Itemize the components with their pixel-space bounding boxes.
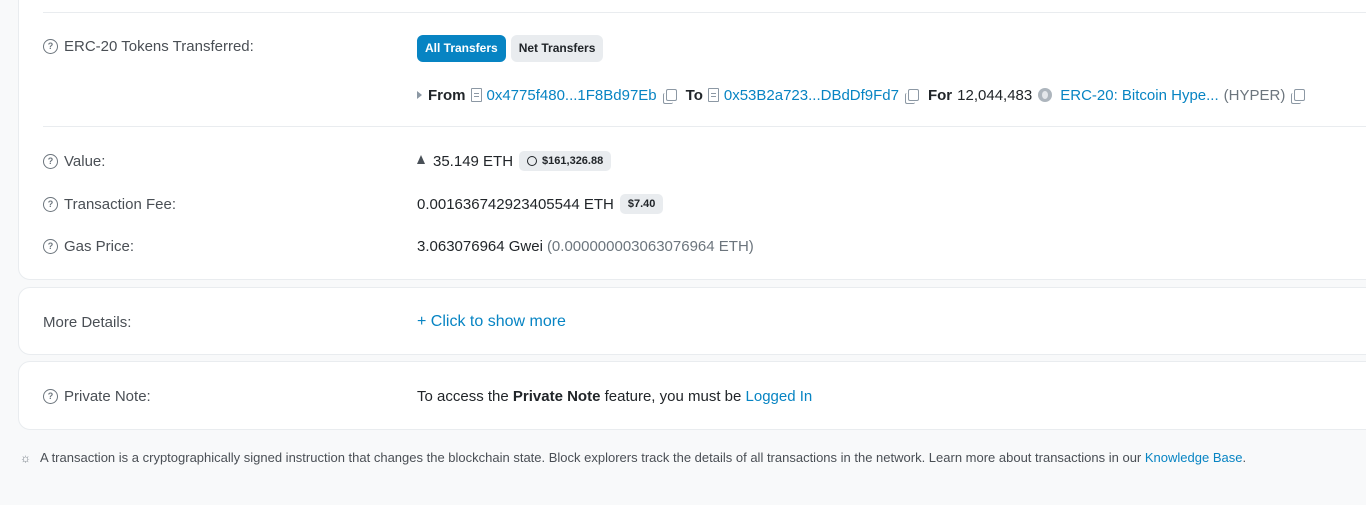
show-more-group: + Click to show more bbox=[417, 313, 566, 331]
erc20-row: ? ERC-20 Tokens Transferred: bbox=[43, 34, 1366, 58]
question-icon[interactable]: ? bbox=[43, 388, 58, 404]
divider bbox=[43, 12, 1366, 13]
usd-value-badge[interactable]: $161,326.88 bbox=[519, 151, 612, 171]
fee-row: ? Transaction Fee: 0.001636742923405544 … bbox=[43, 193, 1366, 215]
from-address-link[interactable]: 0x4775f480...1F8Bd97Eb bbox=[487, 87, 657, 104]
more-details-row: More Details: + Click to show more bbox=[43, 311, 1366, 333]
question-icon[interactable]: ? bbox=[43, 153, 58, 169]
question-icon[interactable]: ? bbox=[43, 196, 58, 212]
transaction-info-footer: ☼ A transaction is a cryptographically s… bbox=[20, 450, 1247, 465]
question-icon[interactable]: ? bbox=[43, 238, 58, 254]
erc20-label: ? ERC-20 Tokens Transferred: bbox=[43, 38, 254, 55]
tab-all-transfers[interactable]: All Transfers bbox=[417, 35, 506, 62]
lightbulb-icon: ☼ bbox=[20, 450, 31, 465]
contract-file-icon bbox=[470, 88, 482, 102]
value-amount: 35.149 ETH bbox=[433, 152, 514, 170]
token-transfer-line: From 0x4775f480...1F8Bd97Eb To 0x53B2a72… bbox=[417, 85, 1314, 105]
gas-price-gwei: 3.063076964 Gwei bbox=[417, 237, 543, 255]
value-amount-group: 35.149 ETH $161,326.88 bbox=[417, 151, 612, 171]
gas-price-row: ? Gas Price: 3.063076964 Gwei (0.0000000… bbox=[43, 235, 1366, 257]
private-note-text: To access the Private Note feature, you … bbox=[417, 387, 813, 405]
clock-icon bbox=[527, 156, 538, 166]
gas-price-label: ? Gas Price: bbox=[43, 238, 134, 255]
transfer-tabs: All Transfers Net Transfers bbox=[417, 35, 604, 62]
fee-usd-badge: $7.40 bbox=[619, 194, 664, 214]
divider bbox=[43, 126, 1366, 127]
token-name-link[interactable]: ERC-20: Bitcoin Hype... bbox=[1060, 87, 1218, 104]
fee-label: ? Transaction Fee: bbox=[43, 196, 176, 213]
private-note-row: ? Private Note: To access the Private No… bbox=[43, 385, 1366, 407]
private-note-label: ? Private Note: bbox=[43, 388, 151, 405]
question-icon[interactable]: ? bbox=[43, 38, 58, 54]
value-row: ? Value: 35.149 ETH $161,326.88 bbox=[43, 150, 1366, 172]
gas-price-value: 3.063076964 Gwei (0.000000003063076964 E… bbox=[417, 238, 754, 255]
copy-icon[interactable] bbox=[1291, 89, 1306, 104]
tab-net-transfers[interactable]: Net Transfers bbox=[510, 35, 604, 62]
gas-price-eth: (0.000000003063076964 ETH) bbox=[546, 237, 754, 255]
login-link[interactable]: Logged In bbox=[746, 388, 813, 405]
to-address-link[interactable]: 0x53B2a723...DBdDf9Fd7 bbox=[724, 87, 899, 104]
value-label: ? Value: bbox=[43, 153, 105, 170]
token-amount: 12,044,483 bbox=[957, 86, 1033, 104]
eth-icon bbox=[417, 154, 425, 164]
fee-amount: 0.001636742923405544 ETH bbox=[417, 195, 614, 213]
fee-amount-group: 0.001636742923405544 ETH $7.40 bbox=[417, 194, 664, 214]
copy-icon[interactable] bbox=[662, 89, 677, 104]
for-label: For bbox=[927, 86, 953, 104]
copy-icon[interactable] bbox=[904, 89, 919, 104]
more-details-card: More Details: + Click to show more bbox=[18, 287, 1366, 355]
transaction-details-card: ? ERC-20 Tokens Transferred: All Transfe… bbox=[18, 0, 1366, 280]
from-label: From bbox=[428, 86, 466, 104]
token-logo-icon bbox=[1038, 88, 1053, 102]
show-more-link[interactable]: + Click to show more bbox=[417, 313, 566, 331]
token-symbol: (HYPER) bbox=[1223, 86, 1286, 104]
private-note-card: ? Private Note: To access the Private No… bbox=[18, 361, 1366, 430]
knowledge-base-link[interactable]: Knowledge Base bbox=[1145, 450, 1243, 465]
contract-file-icon bbox=[707, 88, 719, 102]
more-details-label: More Details: bbox=[43, 313, 132, 331]
to-label: To bbox=[685, 86, 703, 104]
expand-triangle-icon[interactable] bbox=[417, 91, 422, 99]
